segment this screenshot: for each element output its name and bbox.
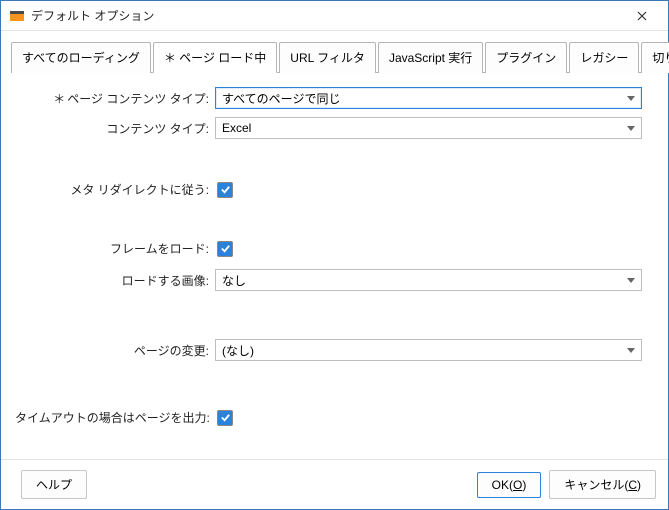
label-page-content-type: ＊ページ コンテンツ タイプ: [15,90,215,107]
form: ＊ページ コンテンツ タイプ: すべてのページで同じ コンテンツ タイプ: Ex… [11,73,654,442]
row-page-change: ページの変更: (なし) [15,339,642,361]
tab-all-loading[interactable]: すべてのローディング [11,42,151,73]
select-value: (なし) [222,342,254,359]
required-star: ＊ [53,92,67,106]
row-page-content-type: ＊ページ コンテンツ タイプ: すべてのページで同じ [15,87,642,109]
form-scroll[interactable]: ＊ページ コンテンツ タイプ: すべてのページで同じ コンテンツ タイプ: Ex… [11,73,658,459]
dialog-footer: ヘルプ OK(O) キャンセル(C) [1,459,668,509]
select-load-images[interactable]: なし [215,269,642,291]
help-button[interactable]: ヘルプ [21,470,87,499]
label-load-images: ロードする画像: [15,272,215,289]
tab-bar: すべてのローディング ＊ ページ ロード中 URL フィルタ JavaScrip… [11,41,658,73]
label-page-change: ページの変更: [15,342,215,359]
tab-switch[interactable]: 切り替え [641,42,669,73]
row-content-type: コンテンツ タイプ: Excel [15,117,642,139]
title-bar: デフォルト オプション [1,1,668,31]
chevron-down-icon [627,348,635,353]
tab-url-filter[interactable]: URL フィルタ [279,42,376,73]
label-meta-redirect: メタ リダイレクトに従う: [15,181,215,198]
close-button[interactable] [624,2,660,30]
tab-javascript[interactable]: JavaScript 実行 [378,42,483,73]
checkbox-timeout-output[interactable] [217,410,233,426]
chevron-down-icon [627,96,635,101]
select-page-change[interactable]: (なし) [215,339,642,361]
select-value: すべてのページで同じ [222,90,340,107]
tab-legacy[interactable]: レガシー [569,42,639,73]
tab-plugins[interactable]: プラグイン [485,42,567,73]
row-meta-redirect: メタ リダイレクトに従う: [15,181,642,198]
row-load-images: ロードする画像: なし [15,269,642,291]
row-timeout-output: タイムアウトの場合はページを出力: [15,409,642,426]
tab-page-loading[interactable]: ＊ ページ ロード中 [153,42,277,73]
cancel-button[interactable]: キャンセル(C) [549,470,656,499]
dialog-content: すべてのローディング ＊ ページ ロード中 URL フィルタ JavaScrip… [1,31,668,459]
tab-pane: ＊ページ コンテンツ タイプ: すべてのページで同じ コンテンツ タイプ: Ex… [11,73,658,459]
app-icon [9,8,25,24]
ok-button[interactable]: OK(O) [477,472,542,498]
window-title: デフォルト オプション [31,7,624,24]
checkbox-meta-redirect[interactable] [217,182,233,198]
chevron-down-icon [627,126,635,131]
select-content-type[interactable]: Excel [215,117,642,139]
row-load-frames: フレームをロード: [15,240,642,257]
label-load-frames: フレームをロード: [15,240,215,257]
label-content-type: コンテンツ タイプ: [15,120,215,137]
label-timeout-output: タイムアウトの場合はページを出力: [15,409,215,426]
select-value: なし [222,272,246,289]
select-value: Excel [222,121,251,135]
checkbox-load-frames[interactable] [217,241,233,257]
chevron-down-icon [627,278,635,283]
select-page-content-type[interactable]: すべてのページで同じ [215,87,642,109]
